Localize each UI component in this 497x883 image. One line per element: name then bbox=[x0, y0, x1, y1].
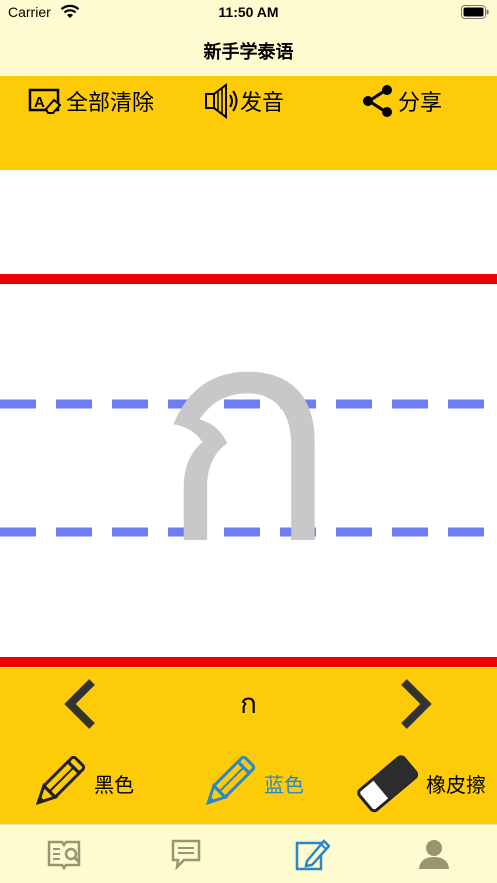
bottom-guide-line bbox=[0, 657, 497, 667]
nav-bar: 新手学泰语 bbox=[0, 26, 497, 76]
eraser-button[interactable]: 橡皮擦 bbox=[352, 750, 486, 816]
blue-pen-button[interactable]: 蓝色 bbox=[196, 750, 304, 816]
clear-all-label: 全部清除 bbox=[66, 91, 155, 116]
next-letter-button[interactable] bbox=[392, 676, 436, 732]
clear-icon: A bbox=[28, 88, 62, 114]
share-button[interactable]: 分享 bbox=[360, 82, 442, 120]
clear-all-button[interactable]: A 全部清除 bbox=[28, 82, 154, 120]
read-icon[interactable] bbox=[46, 837, 82, 871]
battery-icon bbox=[461, 5, 489, 19]
pencil-icon bbox=[205, 755, 256, 806]
status-bar: Carrier 11:50 AM bbox=[0, 0, 497, 26]
blue-pen-label: 蓝色 bbox=[264, 772, 304, 797]
profile-icon[interactable] bbox=[416, 837, 452, 871]
speaker-icon bbox=[205, 83, 238, 119]
top-toolbar: A 全部清除 发音 分享 bbox=[0, 76, 497, 170]
share-label: 分享 bbox=[398, 91, 443, 116]
eraser-icon bbox=[357, 755, 419, 813]
pronounce-label: 发音 bbox=[240, 91, 285, 116]
share-icon bbox=[363, 85, 392, 117]
eraser-label: 橡皮擦 bbox=[426, 772, 486, 797]
page-title: 新手学泰语 bbox=[203, 42, 294, 63]
guide-glyph: ก bbox=[156, 262, 338, 611]
writing-canvas[interactable]: ก bbox=[0, 170, 497, 668]
letter-nav: ก bbox=[0, 668, 497, 740]
tab-bar bbox=[0, 824, 497, 883]
pronounce-button[interactable]: 发音 bbox=[204, 82, 284, 120]
pencil-icon bbox=[35, 755, 86, 806]
write-icon[interactable] bbox=[294, 837, 330, 871]
pen-toolbar: 黑色 蓝色 橡皮擦 bbox=[0, 740, 497, 824]
clock: 11:50 AM bbox=[218, 4, 279, 20]
svg-text:A: A bbox=[34, 94, 45, 111]
black-pen-label: 黑色 bbox=[94, 772, 134, 797]
chat-icon[interactable] bbox=[168, 837, 204, 871]
black-pen-button[interactable]: 黑色 bbox=[26, 750, 134, 816]
